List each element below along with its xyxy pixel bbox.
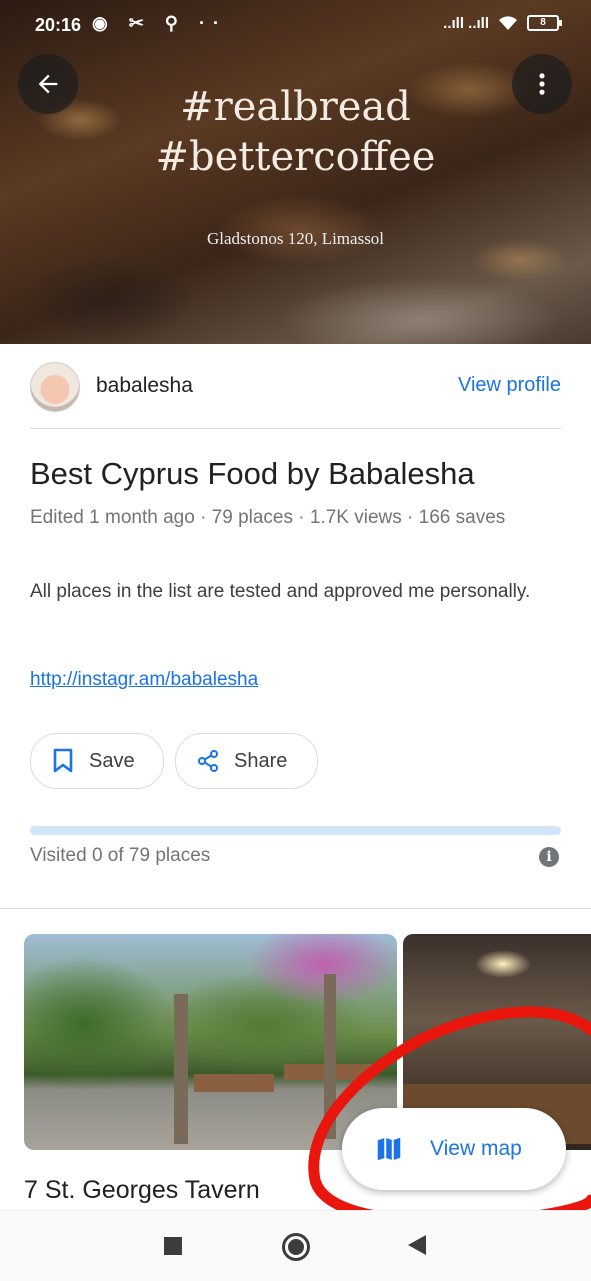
list-description: All places in the list are tested and ap… <box>30 581 531 602</box>
visited-count: Visited 0 of 79 places <box>30 845 211 866</box>
home-icon[interactable] <box>282 1233 310 1261</box>
visited-progress-bar <box>30 826 561 835</box>
view-map-label: View map <box>430 1137 522 1160</box>
notification-icons: ◉ ✂ ⚲ ·· <box>92 13 227 33</box>
avatar[interactable] <box>30 362 80 412</box>
recents-icon[interactable] <box>164 1237 182 1255</box>
share-label: Share <box>234 749 288 772</box>
wifi-icon <box>499 16 517 30</box>
system-nav-bar <box>0 1210 591 1281</box>
share-button[interactable]: Share <box>175 733 318 789</box>
list-meta: Edited 1 month ago · 79 places · 1.7K vi… <box>30 507 506 528</box>
status-right: ..ıll ..ıll 8 <box>443 14 562 32</box>
view-profile-link[interactable]: View profile <box>458 374 561 397</box>
save-button[interactable]: Save <box>30 733 164 789</box>
cover-address: Gladstonos 120, Limassol <box>206 229 385 248</box>
share-icon <box>196 749 220 773</box>
cover-tag-1: #realbread <box>180 84 411 130</box>
info-icon[interactable]: i <box>539 847 559 867</box>
back-button[interactable] <box>18 54 78 114</box>
bookmark-icon <box>51 748 75 773</box>
signal-icon: ..ıll ..ıll <box>443 14 489 32</box>
map-icon <box>374 1134 404 1164</box>
place-photo-1[interactable] <box>24 934 397 1150</box>
author-username[interactable]: babalesha <box>96 374 193 398</box>
status-time: 20:16 <box>35 15 82 35</box>
section-divider <box>0 908 591 909</box>
status-bar: 20:16 ◉ ✂ ⚲ ·· ..ıll ..ıll 8 <box>0 0 591 52</box>
arrow-back-icon <box>38 74 58 94</box>
list-title: Best Cyprus Food by Babalesha <box>30 456 475 491</box>
save-label: Save <box>89 749 135 772</box>
more-options-button[interactable] <box>512 54 572 114</box>
cover-tag-2: #bettercoffee <box>155 134 436 180</box>
more-vert-icon <box>539 73 545 95</box>
battery-icon: 8 <box>527 15 562 31</box>
place-name[interactable]: 7 St. Georges Tavern <box>24 1176 260 1205</box>
view-map-button[interactable]: View map <box>342 1108 566 1190</box>
author-row: babalesha View profile <box>30 360 561 429</box>
list-link[interactable]: http://instagr.am/babalesha <box>30 669 258 691</box>
back-triangle-icon[interactable] <box>408 1235 426 1255</box>
